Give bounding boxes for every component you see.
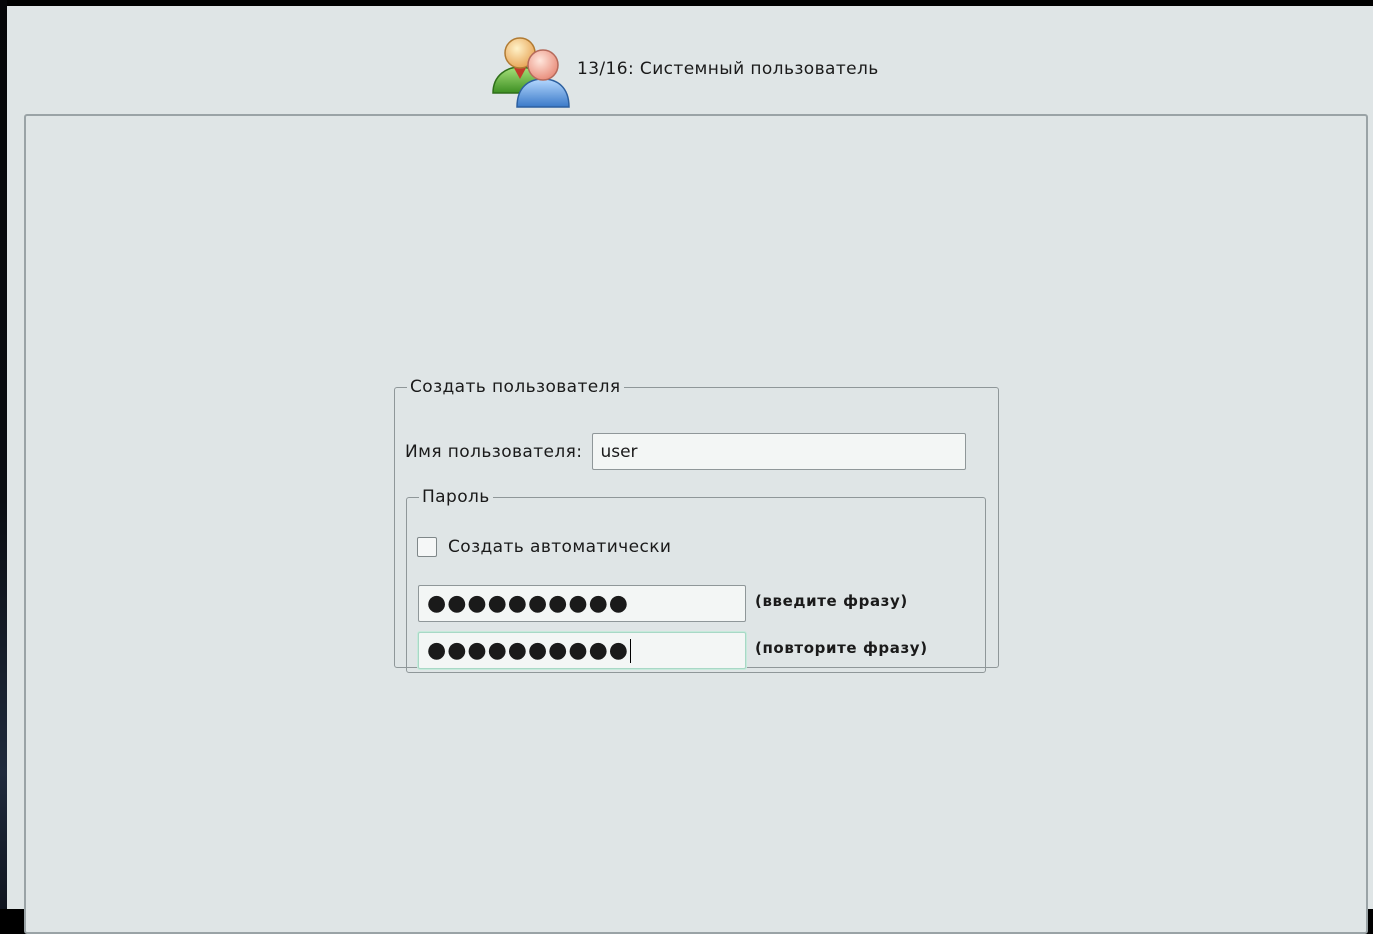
auto-generate-checkbox[interactable]: [417, 537, 437, 557]
password-mask: ●●●●●●●●●●: [427, 591, 629, 616]
auto-generate-label: Создать автоматически: [448, 537, 672, 557]
password-row: ●●●●●●●●●● (введите фразу): [418, 585, 908, 622]
password-input[interactable]: ●●●●●●●●●●: [418, 585, 746, 622]
username-label: Имя пользователя:: [405, 441, 583, 462]
desktop-edge: [0, 0, 7, 909]
users-icon: [492, 37, 570, 108]
password-legend: Пароль: [422, 487, 490, 507]
text-caret: [629, 638, 632, 663]
auto-generate-row[interactable]: Создать автоматически: [417, 537, 671, 557]
password-group: Пароль Создать автоматически ●●●●●●●●●● …: [406, 487, 986, 673]
username-row: Имя пользователя: user: [405, 433, 967, 470]
create-user-group: Создать пользователя Имя пользователя: u…: [394, 377, 999, 673]
username-input[interactable]: user: [592, 433, 967, 470]
password-hint: (введите фразу): [755, 591, 908, 610]
confirm-password-hint: (повторите фразу): [755, 638, 928, 657]
confirm-password-row: ●●●●●●●●●● (повторите фразу): [418, 632, 928, 669]
create-user-legend: Создать пользователя: [410, 377, 621, 397]
installer-window: 13/16: Системный пользователь Создать по…: [7, 6, 1373, 934]
confirm-password-input[interactable]: ●●●●●●●●●●: [418, 632, 746, 669]
confirm-password-mask: ●●●●●●●●●●: [427, 638, 629, 663]
step-header: 13/16: Системный пользователь: [487, 24, 879, 114]
step-title: 13/16: Системный пользователь: [577, 59, 879, 79]
username-value: user: [600, 441, 638, 462]
